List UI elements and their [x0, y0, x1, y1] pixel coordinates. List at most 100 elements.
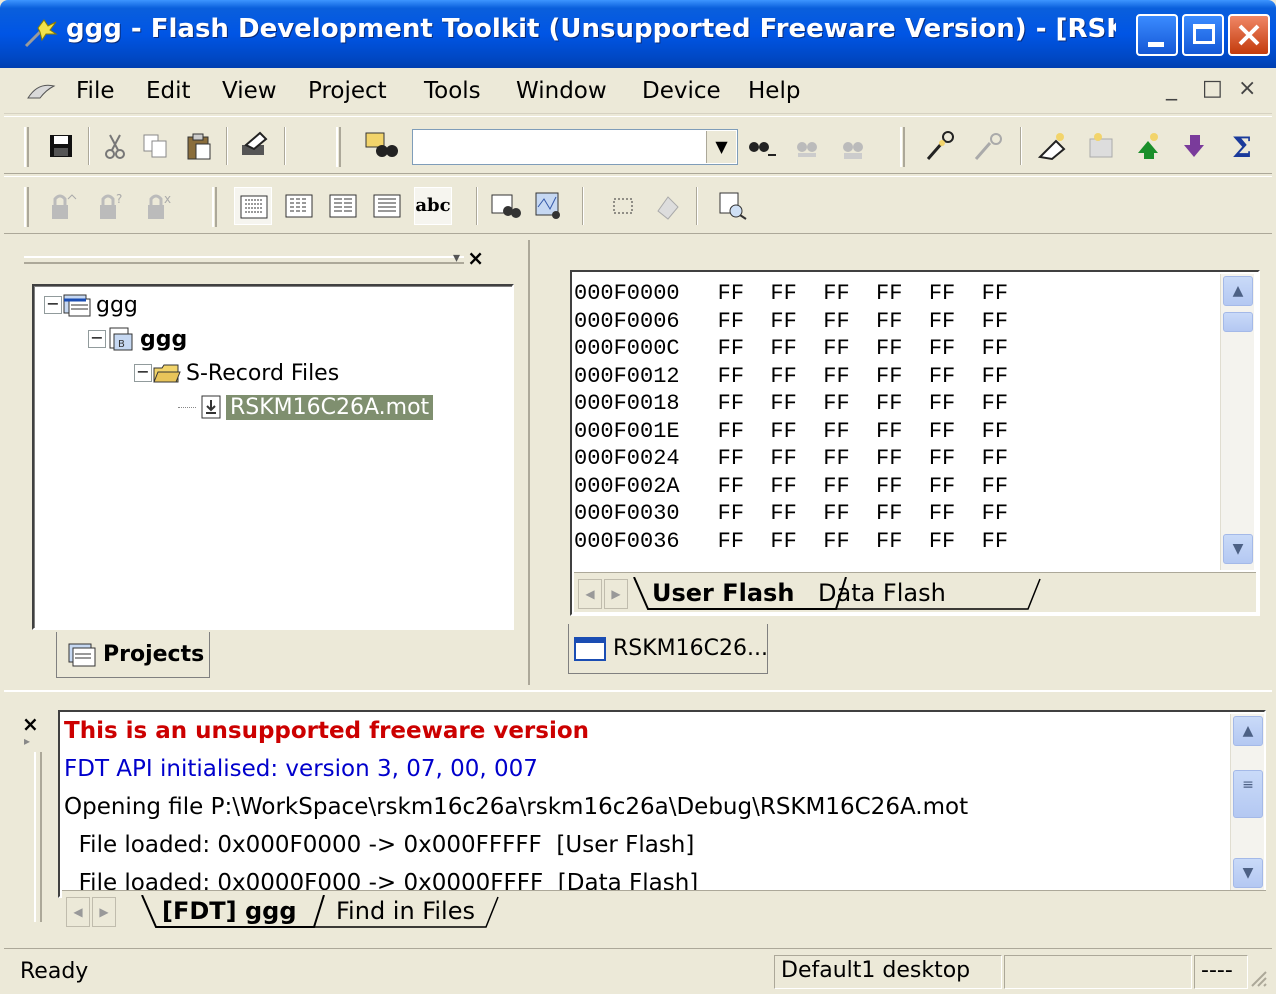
scroll-down-icon[interactable]: ▼ — [1223, 534, 1253, 564]
memory-row[interactable]: 000F0018 FF FF FF FF FF FF — [574, 390, 1008, 418]
view-16bit-icon[interactable] — [280, 187, 318, 225]
menu-view[interactable]: View — [216, 74, 283, 108]
toolbar-grip[interactable] — [212, 187, 217, 227]
close-icon[interactable]: × — [467, 246, 484, 270]
memory-row[interactable]: 000F0000 FF FF FF FF FF FF — [574, 280, 1008, 308]
dock-grip[interactable] — [24, 256, 464, 264]
toolbar-grip[interactable] — [24, 187, 29, 227]
toolbar-grip[interactable] — [900, 127, 905, 167]
upload-icon[interactable] — [1130, 127, 1168, 165]
memory-row[interactable]: 000F0006 FF FF FF FF FF FF — [574, 308, 1008, 336]
memory-view[interactable]: 000F0000 FF FF FF FF FF FF 000F0006 FF FF F… — [570, 270, 1260, 616]
tree-node[interactable]: RSKM16C26A.mot — [178, 394, 434, 424]
toolbar-grip[interactable] — [336, 127, 341, 167]
copy-icon[interactable] — [136, 127, 174, 165]
memory-bytes[interactable]: FF FF FF FF FF FF — [718, 336, 1008, 361]
memory-bytes[interactable]: FF FF FF FF FF FF — [718, 391, 1008, 416]
title-bar[interactable]: ggg - Flash Development Toolkit (Unsuppo… — [0, 0, 1276, 68]
lock-remove-icon[interactable]: x — [140, 187, 178, 225]
replace-all-icon[interactable] — [834, 127, 872, 165]
close-button[interactable] — [1228, 14, 1270, 56]
view-32bit-icon[interactable] — [324, 187, 362, 225]
memory-row[interactable]: 000F0012 FF FF FF FF FF FF — [574, 363, 1008, 391]
tree-node[interactable]: − ggg — [44, 292, 142, 322]
mdi-close-button[interactable]: × — [1238, 76, 1256, 101]
lock-query-icon[interactable]: ? — [92, 187, 130, 225]
memory-bytes[interactable]: FF FF FF FF FF FF — [718, 446, 1008, 471]
close-icon[interactable]: × — [22, 712, 39, 736]
memory-row[interactable]: 000F001E FF FF FF FF FF FF — [574, 418, 1008, 446]
fill-icon[interactable] — [648, 187, 686, 225]
collapse-icon[interactable]: − — [88, 330, 106, 348]
memory-bytes[interactable]: FF FF FF FF FF FF — [718, 281, 1008, 306]
tab-scroll-left-icon[interactable]: ◀ — [578, 579, 602, 609]
collapse-icon[interactable]: − — [134, 364, 152, 382]
memory-row[interactable]: 000F0036 FF FF FF FF FF FF — [574, 528, 1008, 556]
menu-help[interactable]: Help — [742, 74, 806, 108]
output-log[interactable]: ▲ ≡ ▼ This is an unsupported freeware ve… — [58, 710, 1266, 898]
search-data-icon[interactable] — [714, 187, 752, 225]
tab-scroll-left-icon[interactable]: ◀ — [66, 897, 90, 927]
memory-bytes[interactable]: FF FF FF FF FF FF — [718, 501, 1008, 526]
goto-address-icon[interactable] — [486, 187, 524, 225]
erase-icon[interactable] — [1034, 127, 1072, 165]
ascii-icon[interactable]: abc — [414, 187, 452, 225]
save-icon[interactable] — [42, 127, 80, 165]
output-vertical-scrollbar[interactable]: ▲ ≡ ▼ — [1230, 714, 1264, 890]
find-combo[interactable]: ▼ — [412, 129, 738, 165]
scroll-up-icon[interactable]: ▲ — [1223, 276, 1253, 306]
find-next-icon[interactable] — [742, 127, 780, 165]
scroll-up-icon[interactable]: ▲ — [1233, 716, 1263, 746]
menu-edit[interactable]: Edit — [140, 74, 197, 108]
project-tree[interactable]: − ggg − Bggg − S-Record Files RSKM16C26A.mot — [32, 284, 514, 630]
mdi-minimize-button[interactable]: _ — [1166, 76, 1177, 101]
tab-scroll-right-icon[interactable]: ▶ — [604, 579, 628, 609]
memory-bytes[interactable]: FF FF FF FF FF FF — [718, 419, 1008, 444]
dock-grip[interactable] — [34, 752, 42, 922]
replace-icon[interactable] — [788, 127, 826, 165]
menu-device[interactable]: Device — [636, 74, 727, 108]
tab-scroll-right-icon[interactable]: ▶ — [92, 897, 116, 927]
memory-row[interactable]: 000F0030 FF FF FF FF FF FF — [574, 500, 1008, 528]
tree-node-label[interactable]: ggg — [136, 327, 191, 352]
memory-row[interactable]: 000F000C FF FF FF FF FF FF — [574, 335, 1008, 363]
memory-bytes[interactable]: FF FF FF FF FF FF — [718, 474, 1008, 499]
chevron-down-icon[interactable]: ▼ — [706, 131, 736, 163]
tab-projects[interactable]: Projects — [56, 632, 210, 678]
paste-icon[interactable] — [180, 127, 218, 165]
minimize-button[interactable] — [1136, 14, 1178, 56]
memory-row[interactable]: 000F0024 FF FF FF FF FF FF — [574, 445, 1008, 473]
lock-ok-icon[interactable] — [44, 187, 82, 225]
tree-node[interactable]: − Bggg — [88, 326, 191, 356]
tree-node-label[interactable]: S-Record Files — [182, 361, 343, 386]
toolbar-grip[interactable] — [24, 127, 29, 167]
scroll-down-icon[interactable]: ▼ — [1233, 858, 1263, 888]
memory-row[interactable]: 000F002A FF FF FF FF FF FF — [574, 473, 1008, 501]
document-tab-rskm16c26[interactable]: RSKM16C26... — [568, 624, 768, 674]
menu-window[interactable]: Window — [510, 74, 613, 108]
find-in-files-icon[interactable] — [362, 127, 400, 165]
cut-icon[interactable] — [96, 127, 134, 165]
blank-check-icon[interactable] — [1082, 127, 1120, 165]
resize-grip-icon[interactable] — [1248, 968, 1268, 988]
memory-bytes[interactable]: FF FF FF FF FF FF — [718, 529, 1008, 554]
collapse-icon[interactable]: − — [44, 296, 62, 314]
memory-vertical-scrollbar[interactable]: ▲ ▼ — [1220, 274, 1254, 570]
scroll-thumb[interactable]: ≡ — [1233, 770, 1263, 818]
document-system-menu-icon[interactable] — [26, 80, 56, 102]
menu-file[interactable]: File — [70, 74, 121, 108]
download-icon[interactable] — [1176, 127, 1214, 165]
memory-bytes[interactable]: FF FF FF FF FF FF — [718, 364, 1008, 389]
float-icon[interactable]: ▸ — [24, 734, 30, 748]
tree-node-label[interactable]: ggg — [92, 293, 142, 318]
select-icon[interactable] — [604, 187, 642, 225]
maximize-button[interactable] — [1182, 14, 1224, 56]
print-icon[interactable] — [234, 127, 272, 165]
tree-node-label[interactable]: RSKM16C26A.mot — [226, 394, 434, 420]
connect-icon[interactable] — [922, 127, 960, 165]
checksum-icon[interactable]: Σ — [1224, 127, 1262, 165]
memory-bytes[interactable]: FF FF FF FF FF FF — [718, 309, 1008, 334]
tree-node[interactable]: − S-Record Files — [134, 360, 343, 390]
mdi-restore-button[interactable]: □ — [1202, 76, 1223, 101]
scroll-thumb[interactable] — [1223, 312, 1253, 332]
